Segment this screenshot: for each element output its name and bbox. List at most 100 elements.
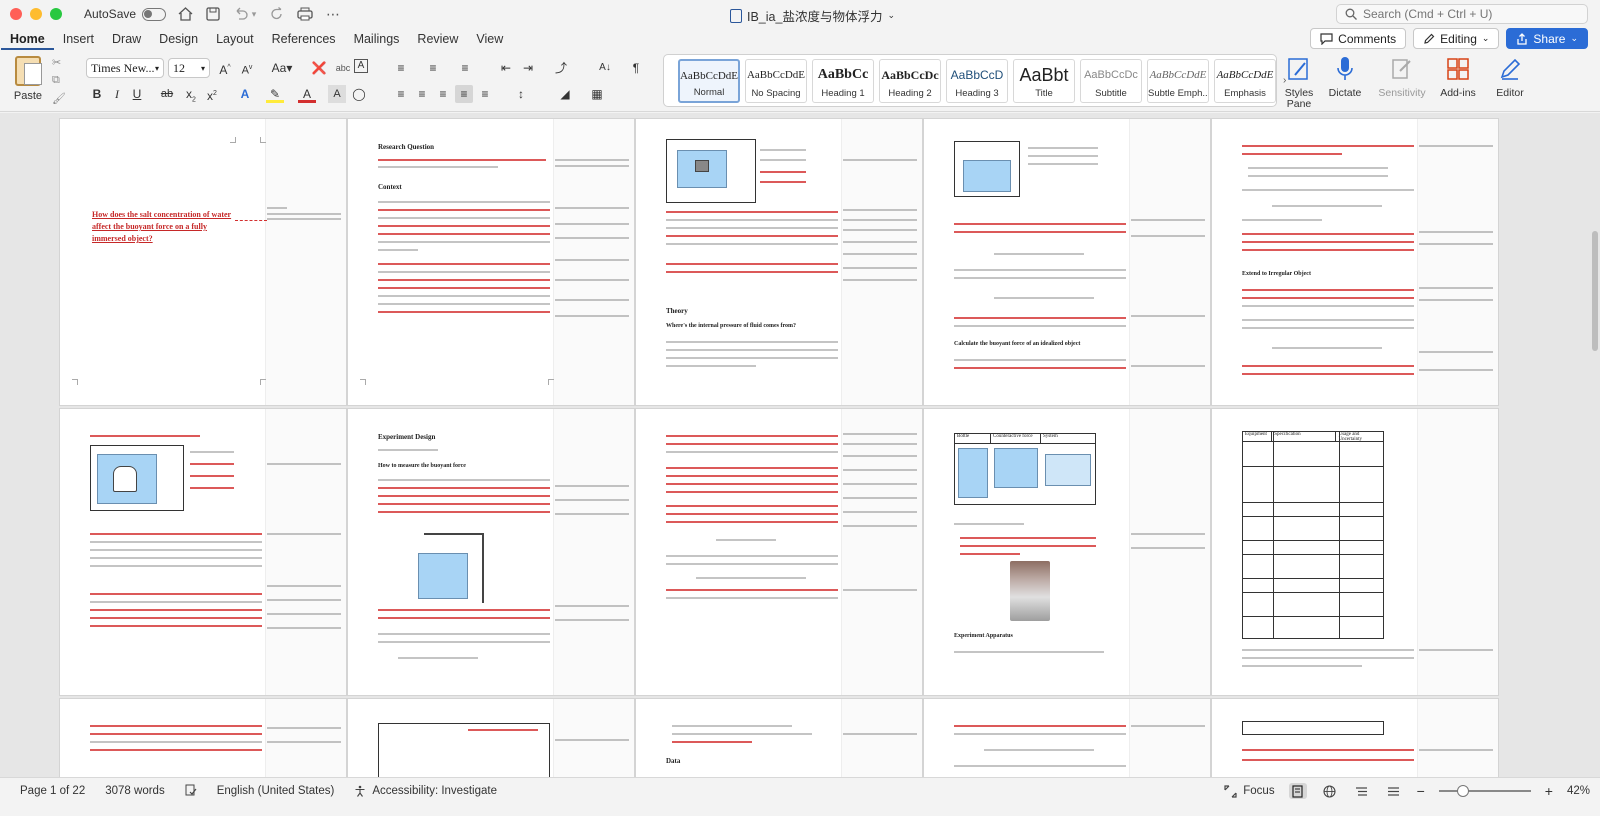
page-15[interactable] bbox=[1212, 699, 1498, 777]
comment-text[interactable] bbox=[555, 159, 629, 161]
close-window-button[interactable] bbox=[10, 8, 22, 20]
align-right-icon[interactable]: ≡ bbox=[434, 85, 452, 103]
web-layout-view-button[interactable] bbox=[1321, 783, 1339, 799]
comment-text[interactable] bbox=[843, 511, 917, 513]
copy-icon[interactable]: ⧉ bbox=[52, 74, 66, 88]
style-subtle-emphasis[interactable]: AaBbCcDdE Subtle Emph... bbox=[1147, 58, 1209, 103]
comment-text[interactable] bbox=[555, 223, 629, 225]
highlight-icon[interactable]: ✎ bbox=[266, 85, 284, 103]
page-9[interactable]: Bottle Counteractive force System Experi… bbox=[924, 409, 1210, 695]
print-layout-view-button[interactable] bbox=[1288, 783, 1307, 799]
style-title[interactable]: AaBbt Title bbox=[1013, 58, 1075, 103]
zoom-window-button[interactable] bbox=[50, 8, 62, 20]
strike-icon[interactable]: abc bbox=[334, 59, 352, 77]
comment-text[interactable] bbox=[843, 219, 917, 221]
editor-button[interactable]: Editor bbox=[1485, 56, 1535, 99]
comment-text[interactable] bbox=[555, 619, 629, 621]
align-center-icon[interactable]: ≡ bbox=[413, 85, 431, 103]
zoom-level[interactable]: 42% bbox=[1567, 785, 1590, 797]
dictate-button[interactable]: Dictate bbox=[1320, 56, 1370, 99]
comment-text[interactable] bbox=[1419, 145, 1493, 147]
page-4[interactable]: Calculate the buoyant force of an ideali… bbox=[924, 119, 1210, 405]
vertical-scrollbar[interactable] bbox=[1592, 231, 1598, 351]
comment-text[interactable] bbox=[843, 525, 917, 527]
research-question-title[interactable]: How does the salt concentration of water… bbox=[92, 209, 242, 245]
page-11[interactable] bbox=[60, 699, 346, 777]
format-painter-icon[interactable]: 🖌 bbox=[52, 92, 66, 106]
page-8[interactable] bbox=[636, 409, 922, 695]
comment-text[interactable] bbox=[267, 585, 341, 587]
line-spacing-special-icon[interactable]: ⤴ bbox=[552, 59, 570, 77]
style-heading-2[interactable]: AaBbCcDc Heading 2 bbox=[879, 58, 941, 103]
page-5[interactable]: Extend to Irregular Object bbox=[1212, 119, 1498, 405]
tab-design[interactable]: Design bbox=[150, 28, 207, 50]
zoom-in-icon[interactable]: + bbox=[1545, 783, 1553, 799]
comment-text[interactable] bbox=[1419, 287, 1493, 289]
comment-text[interactable] bbox=[555, 315, 629, 317]
font-size-select[interactable]: 12 ▾ bbox=[168, 58, 210, 78]
undo-dropdown-icon[interactable]: ▾ bbox=[250, 5, 258, 23]
comment-text[interactable] bbox=[555, 499, 629, 501]
char-border-icon[interactable]: ◯ bbox=[350, 85, 368, 103]
page-12[interactable] bbox=[348, 699, 634, 777]
style-no-spacing[interactable]: AaBbCcDdE No Spacing bbox=[745, 58, 807, 103]
comment-text[interactable] bbox=[1419, 231, 1493, 233]
style-subtitle[interactable]: AaBbCcDc Subtitle bbox=[1080, 58, 1142, 103]
undo-icon[interactable] bbox=[232, 5, 250, 23]
decrease-indent-icon[interactable]: ⇤ bbox=[497, 59, 515, 77]
comment-text[interactable] bbox=[1419, 243, 1493, 245]
borders-icon[interactable]: ▦ bbox=[588, 85, 606, 103]
numbering-icon[interactable]: ≡ bbox=[424, 59, 442, 77]
tab-review[interactable]: Review bbox=[408, 28, 467, 50]
comment-text[interactable] bbox=[1419, 749, 1493, 751]
underline-button[interactable]: U bbox=[128, 85, 146, 103]
comment-text[interactable] bbox=[555, 299, 629, 301]
language-status[interactable]: English (United States) bbox=[217, 785, 335, 797]
zoom-out-icon[interactable]: − bbox=[1417, 783, 1425, 799]
editing-mode-button[interactable]: Editing ⌄ bbox=[1413, 28, 1500, 49]
style-emphasis[interactable]: AaBbCcDdE Emphasis bbox=[1214, 58, 1276, 103]
page-1[interactable]: How does the salt concentration of water… bbox=[60, 119, 346, 405]
fill-shading-icon[interactable]: ◢ bbox=[556, 85, 574, 103]
text-effects-icon[interactable]: A bbox=[236, 85, 254, 103]
grow-font-icon[interactable]: A^ bbox=[216, 59, 234, 77]
comment-text[interactable] bbox=[843, 469, 917, 471]
comment-text[interactable] bbox=[843, 483, 917, 485]
bullets-icon[interactable]: ≡ bbox=[392, 59, 410, 77]
focus-mode-button[interactable]: Focus bbox=[1224, 784, 1275, 798]
comment-text[interactable] bbox=[843, 229, 917, 231]
comment-text[interactable] bbox=[555, 207, 629, 209]
italic-button[interactable]: I bbox=[108, 85, 126, 103]
comment-text[interactable] bbox=[555, 605, 629, 607]
comment-text[interactable] bbox=[843, 159, 917, 161]
page-10[interactable]: Equipment Specification Usage and Uncert… bbox=[1212, 409, 1498, 695]
comment-text[interactable] bbox=[1131, 547, 1205, 549]
comment-text[interactable] bbox=[267, 727, 341, 729]
shading-icon[interactable]: A bbox=[328, 85, 346, 103]
comment-text[interactable] bbox=[1131, 533, 1205, 535]
bold-button[interactable]: B bbox=[88, 85, 106, 103]
distributed-icon[interactable]: ≡ bbox=[476, 85, 494, 103]
zoom-slider[interactable] bbox=[1438, 785, 1531, 797]
autosave-toggle[interactable] bbox=[142, 7, 167, 21]
strikethrough-button[interactable]: ab bbox=[158, 85, 176, 103]
comment-text[interactable] bbox=[843, 241, 917, 243]
justify-icon[interactable]: ≡ bbox=[455, 85, 473, 103]
search-box[interactable] bbox=[1336, 4, 1588, 24]
comment-text[interactable] bbox=[1131, 219, 1205, 221]
paste-button[interactable]: Paste bbox=[10, 56, 46, 102]
comment-text[interactable] bbox=[267, 613, 341, 615]
comment-text[interactable] bbox=[1131, 725, 1205, 727]
comment-text[interactable] bbox=[267, 463, 341, 465]
page-3[interactable]: Theory Where's the internal pressure of … bbox=[636, 119, 922, 405]
comment-text[interactable] bbox=[843, 443, 917, 445]
redo-icon[interactable] bbox=[268, 5, 286, 23]
comment-text[interactable] bbox=[1131, 365, 1205, 367]
comment-text[interactable] bbox=[267, 627, 341, 629]
shrink-font-icon[interactable]: Av bbox=[238, 59, 256, 77]
page-13[interactable]: Data bbox=[636, 699, 922, 777]
comment-text[interactable] bbox=[267, 599, 341, 601]
comment-text[interactable] bbox=[843, 733, 917, 735]
comment-text[interactable] bbox=[555, 739, 629, 741]
increase-indent-icon[interactable]: ⇥ bbox=[519, 59, 537, 77]
